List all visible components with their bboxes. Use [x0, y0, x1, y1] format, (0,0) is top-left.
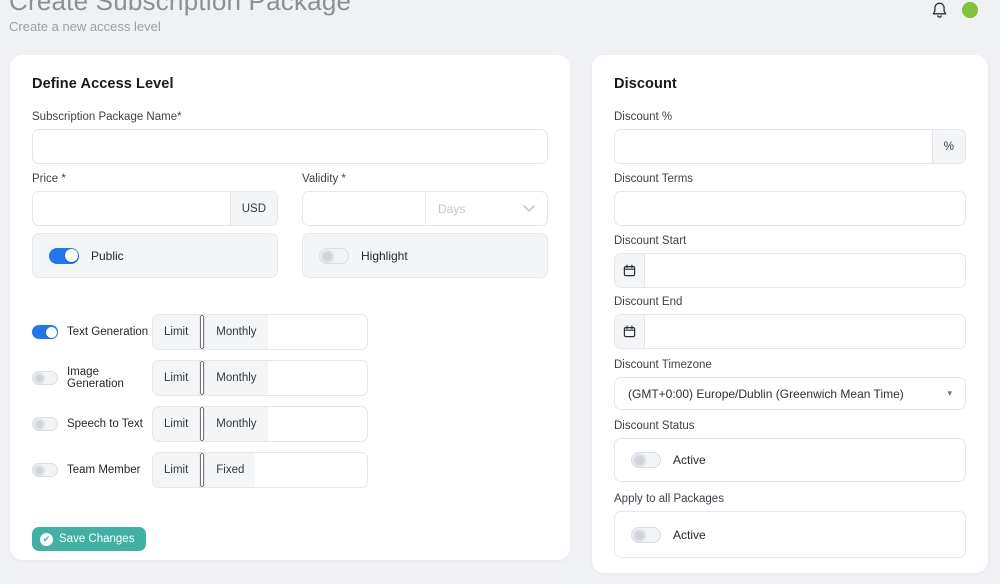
discount-end-label: Discount End — [614, 296, 966, 308]
validity-input[interactable] — [303, 192, 425, 225]
text-generation-toggle[interactable] — [32, 325, 58, 339]
highlight-toggle-box: Highlight — [302, 233, 548, 278]
highlight-toggle-label: Highlight — [361, 249, 408, 263]
apply-all-toggle-label: Active — [673, 528, 706, 542]
validity-unit-value: Days — [438, 202, 465, 216]
discount-timezone-select[interactable]: (GMT+0:00) Europe/Dublin (Greenwich Mean… — [614, 377, 966, 410]
limit-prefix: Limit — [153, 315, 200, 349]
brand-logo-icon[interactable] — [961, 1, 979, 19]
percent-suffix: % — [932, 130, 965, 163]
discount-percent-input[interactable] — [615, 130, 932, 163]
save-changes-button[interactable]: ✔ Save Changes — [32, 527, 146, 551]
period-suffix: Monthly — [204, 361, 267, 395]
panel-heading: Define Access Level — [32, 77, 548, 92]
limit-prefix: Limit — [153, 453, 200, 487]
discount-end-input[interactable] — [645, 315, 965, 348]
feature-row-image-generation: Image Generation Limit Monthly — [32, 360, 548, 396]
feature-label: Team Member — [67, 464, 141, 476]
package-name-input[interactable] — [32, 129, 548, 164]
panel-heading: Discount — [614, 77, 966, 92]
limit-prefix: Limit — [153, 407, 200, 441]
validity-label: Validity * — [302, 173, 548, 185]
price-label: Price * — [32, 173, 278, 185]
discount-terms-label: Discount Terms — [614, 173, 966, 185]
period-suffix: Fixed — [204, 453, 255, 487]
discount-timezone-label: Discount Timezone — [614, 359, 966, 371]
feature-limits-section: Text Generation Limit Monthly Image Gene… — [32, 314, 548, 488]
period-suffix: Monthly — [204, 315, 267, 349]
discount-start-label: Discount Start — [614, 235, 966, 247]
package-name-label: Subscription Package Name* — [32, 111, 548, 123]
calendar-icon — [623, 325, 636, 338]
period-suffix: Monthly — [204, 407, 267, 441]
feature-row-team-member: Team Member Limit Fixed — [32, 452, 548, 488]
apply-all-packages-toggle[interactable] — [631, 527, 661, 543]
timezone-selected-value: (GMT+0:00) Europe/Dublin (Greenwich Mean… — [628, 387, 904, 401]
apply-all-packages-label: Apply to all Packages — [614, 493, 966, 505]
public-toggle-label: Public — [91, 249, 124, 263]
discount-start-input[interactable] — [645, 254, 965, 287]
price-input[interactable] — [33, 192, 230, 225]
discount-panel: Discount Discount % % Discount Terms Dis… — [592, 55, 988, 573]
discount-status-box: Active — [614, 438, 966, 482]
check-icon: ✔ — [40, 533, 53, 546]
define-access-level-panel: Define Access Level Subscription Package… — [10, 55, 570, 560]
discount-status-label: Discount Status — [614, 420, 966, 432]
validity-unit-select[interactable]: Days — [425, 192, 547, 225]
discount-percent-label: Discount % — [614, 111, 966, 123]
highlight-toggle[interactable] — [319, 248, 349, 264]
feature-row-text-generation: Text Generation Limit Monthly — [32, 314, 548, 350]
notifications-bell-icon[interactable] — [931, 1, 948, 20]
limit-prefix: Limit — [153, 361, 200, 395]
chevron-down-icon — [523, 205, 535, 212]
discount-terms-input[interactable] — [614, 191, 966, 226]
feature-label: Image Generation — [67, 366, 152, 390]
discount-status-toggle[interactable] — [631, 452, 661, 468]
image-generation-toggle[interactable] — [32, 371, 58, 385]
price-currency-suffix: USD — [230, 192, 277, 225]
page-subtitle: Create a new access level — [9, 19, 161, 34]
team-member-toggle[interactable] — [32, 463, 58, 477]
apply-all-packages-box: Active — [614, 511, 966, 558]
discount-start-calendar-button[interactable] — [615, 254, 645, 287]
caret-down-icon: ▾ — [947, 388, 952, 399]
feature-row-speech-to-text: Speech to Text Limit Monthly — [32, 406, 548, 442]
page-title: Create Subscription Package — [9, 0, 351, 17]
calendar-icon — [623, 264, 636, 277]
discount-status-toggle-label: Active — [673, 453, 706, 467]
public-toggle[interactable] — [49, 248, 79, 264]
public-toggle-box: Public — [32, 233, 278, 278]
discount-end-calendar-button[interactable] — [615, 315, 645, 348]
save-button-label: Save Changes — [59, 533, 134, 545]
speech-to-text-toggle[interactable] — [32, 417, 58, 431]
feature-label: Text Generation — [67, 326, 148, 338]
feature-label: Speech to Text — [67, 418, 143, 430]
